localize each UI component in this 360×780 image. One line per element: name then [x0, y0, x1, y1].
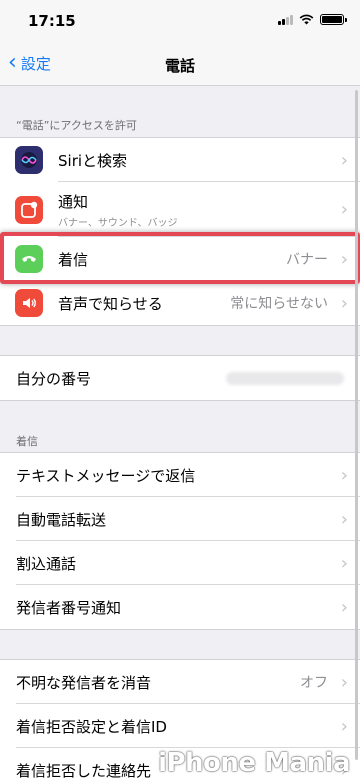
row-call-waiting[interactable]: 割込通話 ›	[0, 541, 360, 585]
row-notifications[interactable]: 通知 バナー、サウンド、バッジ ›	[0, 182, 360, 237]
nav-bar: ‹ 設定 電話	[0, 44, 360, 86]
status-time: 17:15	[28, 12, 76, 30]
row-value: バナー	[286, 252, 328, 268]
incoming-group: テキストメッセージで返信 › 自動電話転送 › 割込通話 › 発信者番号通知 ›	[0, 452, 360, 630]
row-call-forwarding[interactable]: 自動電話転送 ›	[0, 497, 360, 541]
row-label: 音声で知らせる	[58, 294, 163, 313]
phone-icon	[15, 245, 43, 273]
access-group: Siriと検索 › 通知 バナー、サウンド、バッジ › 着信 バナー › 音声で…	[0, 137, 360, 326]
chevron-right-icon: ›	[340, 715, 348, 737]
row-label: 不明な発信者を消音	[16, 673, 152, 692]
siri-icon	[15, 146, 43, 174]
row-reply-with-message[interactable]: テキストメッセージで返信 ›	[0, 453, 360, 497]
row-label: 自動電話転送	[16, 510, 107, 529]
row-blocking-id[interactable]: 着信拒否設定と着信ID ›	[0, 704, 360, 748]
notifications-icon	[15, 195, 43, 224]
row-incoming-call[interactable]: 着信 バナー ›	[0, 237, 360, 281]
chevron-right-icon: ›	[340, 596, 348, 618]
row-value: オフ	[300, 675, 328, 691]
row-label: 着信	[58, 250, 89, 269]
row-silence-unknown[interactable]: 不明な発信者を消音 オフ ›	[0, 660, 360, 704]
wifi-icon	[299, 14, 314, 25]
status-bar: 17:15	[0, 0, 360, 44]
chevron-right-icon: ›	[340, 464, 348, 486]
row-label: 割込通話	[16, 554, 77, 573]
row-label: 着信拒否設定と着信ID	[16, 717, 167, 736]
battery-icon	[320, 14, 347, 25]
watermark: iPhone Mania	[158, 748, 350, 778]
row-siri-search[interactable]: Siriと検索 ›	[0, 138, 360, 182]
row-value: 常に知らせない	[230, 296, 328, 312]
row-label: テキストメッセージで返信	[16, 466, 196, 485]
my-number-group: 自分の番号	[0, 355, 360, 401]
row-subtitle: バナー、サウンド、バッジ	[58, 217, 178, 229]
section-header-incoming: 着信	[16, 435, 38, 448]
chevron-right-icon: ›	[340, 248, 348, 270]
chevron-right-icon: ›	[340, 552, 348, 574]
section-header-access: “電話”にアクセスを許可	[16, 119, 137, 132]
chevron-right-icon: ›	[340, 149, 348, 171]
row-label: 自分の番号	[16, 369, 92, 388]
page-title: 電話	[164, 57, 195, 75]
row-announce-calls[interactable]: 音声で知らせる 常に知らせない ›	[0, 281, 360, 325]
chevron-right-icon: ›	[340, 292, 348, 314]
row-label: 通知	[58, 192, 89, 211]
row-label: 着信拒否した連絡先	[16, 761, 152, 780]
chevron-right-icon: ›	[340, 199, 348, 220]
scrollbar[interactable]	[355, 90, 358, 760]
speaker-icon	[15, 289, 43, 317]
blurred-phone-number	[226, 372, 344, 385]
row-my-number[interactable]: 自分の番号	[0, 356, 360, 400]
signal-icon	[278, 14, 293, 25]
row-caller-id[interactable]: 発信者番号通知 ›	[0, 585, 360, 629]
status-icons	[278, 14, 347, 25]
chevron-right-icon: ›	[340, 671, 348, 693]
row-label: Siriと検索	[58, 151, 128, 170]
chevron-right-icon: ›	[340, 508, 348, 530]
row-label: 発信者番号通知	[16, 598, 122, 617]
